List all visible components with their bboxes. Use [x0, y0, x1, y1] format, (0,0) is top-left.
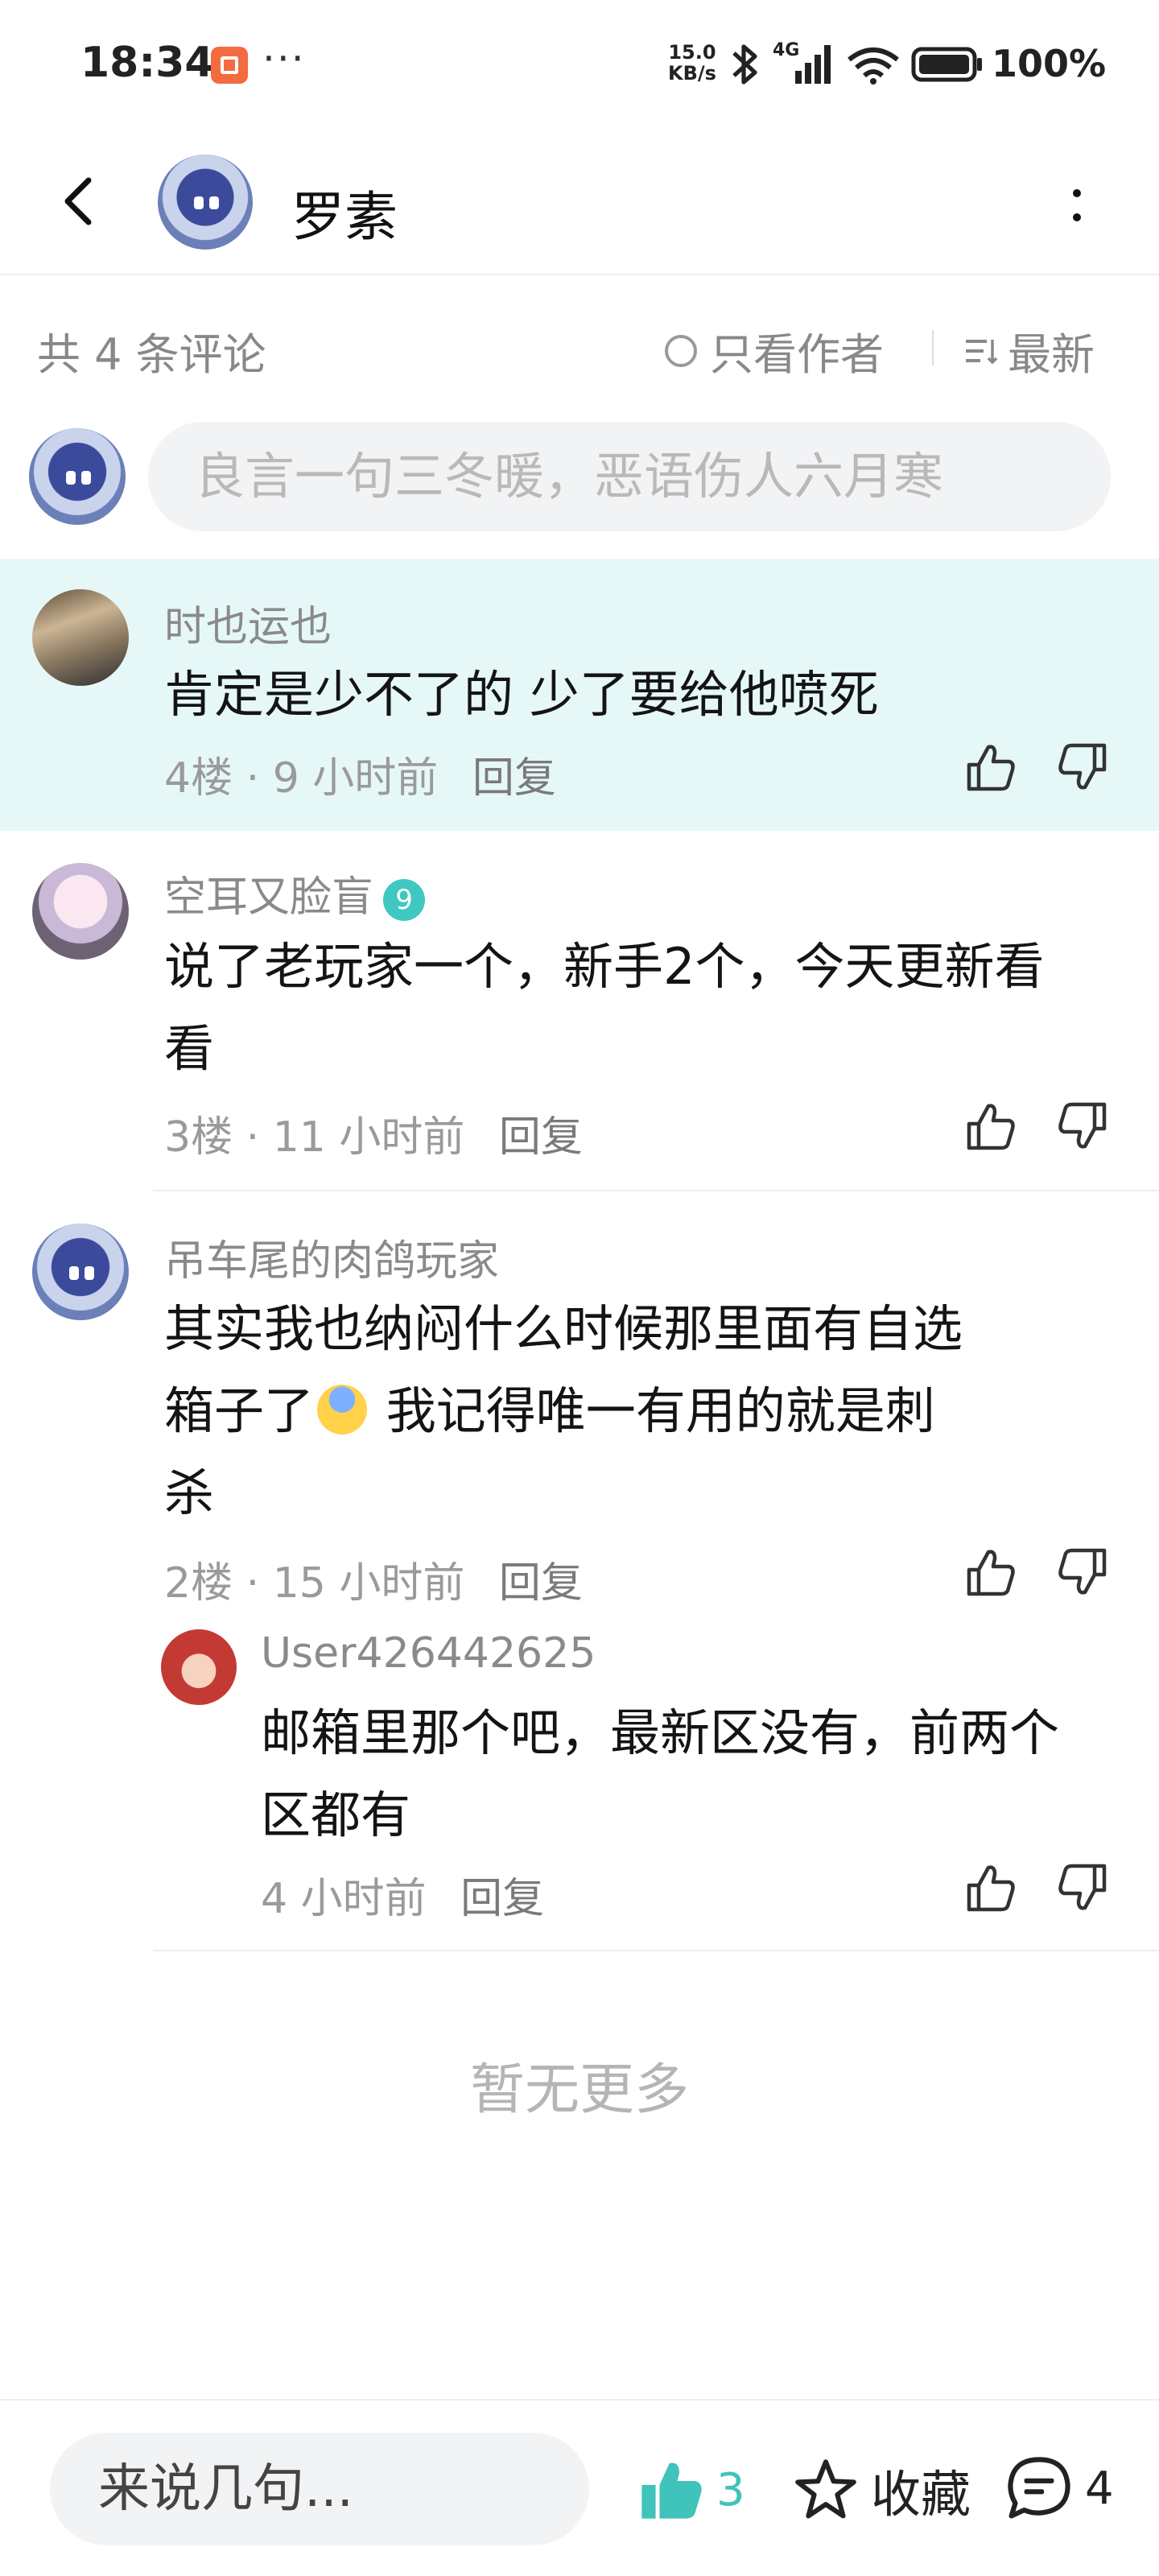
avatar[interactable]: [32, 589, 129, 686]
comment-username[interactable]: 吊车尾的肉鸽玩家: [164, 1227, 499, 1287]
comment-input[interactable]: 良言一句三冬暖，恶语伤人六月寒: [148, 422, 1111, 531]
avatar[interactable]: [32, 863, 129, 960]
sort-icon: [966, 339, 998, 364]
network-speed: 15.0 KB/s: [668, 42, 716, 84]
header-divider: [0, 274, 1159, 275]
comment-divider: [153, 1950, 1159, 1951]
thumb-down-icon[interactable]: [1054, 739, 1111, 795]
avatar[interactable]: [161, 1629, 237, 1705]
comment-meta: 2楼 · 15 小时前 回复: [164, 1559, 583, 1608]
level-badge: 9: [383, 879, 426, 921]
notification-app-icon: [211, 47, 248, 84]
status-time: 18:34: [80, 39, 214, 87]
battery-icon: [911, 47, 982, 82]
more-vert-icon[interactable]: [1061, 177, 1093, 233]
comment-floor: 4楼: [164, 754, 233, 803]
my-avatar: [29, 428, 126, 525]
favorite-label: 收藏: [871, 2465, 971, 2524]
comment-count: 共 4 条评论: [37, 329, 266, 380]
favorite-button[interactable]: 收藏: [792, 2454, 971, 2526]
thumb-down-icon[interactable]: [1054, 1544, 1111, 1600]
thumb-up-icon[interactable]: [963, 1860, 1019, 1916]
reply-time: 4 小时前: [261, 1875, 427, 1923]
bluetooth-icon: [732, 44, 757, 85]
comment-time: 11 小时前: [272, 1113, 465, 1162]
reply-text: 邮箱里那个吧，最新区没有，前两个区都有: [261, 1703, 1060, 1844]
status-more-indicator: ···: [262, 35, 306, 82]
sort-label: 最新: [1008, 329, 1095, 380]
comment-text-line: 其实我也纳闷什么时候那里面有自选: [164, 1299, 963, 1358]
comment-time: 9 小时前: [272, 754, 439, 803]
thumb-up-icon[interactable]: [963, 739, 1019, 795]
comment-meta: 4楼 · 9 小时前 回复: [164, 754, 556, 803]
wifi-icon: [848, 47, 899, 85]
avatar[interactable]: [32, 1224, 129, 1320]
radio-icon: [665, 334, 697, 367]
thumb-up-icon[interactable]: [963, 1544, 1019, 1600]
bottom-comment-input[interactable]: 来说几句...: [50, 2433, 589, 2545]
thumb-down-icon[interactable]: [1054, 1098, 1111, 1154]
comment-floor: 2楼: [164, 1559, 233, 1608]
like-button[interactable]: 3: [636, 2455, 745, 2524]
comment-text: 肯定是少不了的 少了要给他喷死: [164, 665, 879, 724]
cell-signal-icon: 4G: [773, 40, 837, 89]
comment-text: 说了老玩家一个，新手2个，今天更新看看: [164, 937, 1045, 1078]
back-arrow-icon[interactable]: [48, 169, 113, 233]
reply-button[interactable]: 回复: [460, 1875, 544, 1923]
thumb-up-icon[interactable]: [963, 1098, 1019, 1154]
scream-emoji-icon: [317, 1385, 368, 1435]
comment-meta: 3楼 · 11 小时前 回复: [164, 1113, 583, 1162]
comment-divider: [153, 1190, 1159, 1191]
comment-username[interactable]: 时也运也: [164, 592, 332, 653]
comment-bubble-icon: [1008, 2457, 1070, 2519]
author-avatar[interactable]: [158, 155, 253, 250]
filter-divider: [932, 330, 934, 365]
reply-button[interactable]: 回复: [499, 1113, 583, 1162]
thumb-down-icon[interactable]: [1054, 1860, 1111, 1916]
reply-button[interactable]: 回复: [499, 1559, 583, 1608]
no-more-label: 暂无更多: [469, 2058, 689, 2122]
reply-meta: 4 小时前 回复: [261, 1864, 544, 1925]
comment-text-line: 杀: [164, 1463, 215, 1522]
author-only-toggle[interactable]: 只看作者: [665, 319, 884, 382]
thumb-up-filled-icon: [641, 2462, 702, 2519]
battery-percent: 100%: [992, 42, 1107, 85]
network-speed-unit: KB/s: [668, 62, 716, 85]
bottom-divider: [0, 2399, 1159, 2401]
comment-time: 15 小时前: [272, 1559, 465, 1608]
reply-username[interactable]: User426442625: [261, 1629, 596, 1678]
comment-text: 其实我也纳闷什么时候那里面有自选 箱子了 我记得唯一有用的就是刺 杀: [164, 1288, 1159, 1534]
sort-button[interactable]: 最新: [966, 319, 1095, 382]
comment-username[interactable]: 空耳又脸盲: [164, 873, 373, 922]
comment-text-line: 箱子了 我记得唯一有用的就是刺: [164, 1381, 935, 1440]
comment-user-row: 空耳又脸盲 9: [164, 863, 426, 923]
comment-count: 4: [1085, 2462, 1114, 2515]
like-count: 3: [716, 2463, 745, 2516]
network-speed-value: 15.0: [668, 41, 716, 64]
comment-floor: 3楼: [164, 1113, 233, 1162]
star-icon: [795, 2459, 856, 2519]
author-only-label: 只看作者: [710, 329, 884, 380]
comment-count-button[interactable]: 4: [1004, 2454, 1114, 2523]
reply-button[interactable]: 回复: [472, 754, 556, 803]
page-title: 罗素: [291, 186, 398, 248]
